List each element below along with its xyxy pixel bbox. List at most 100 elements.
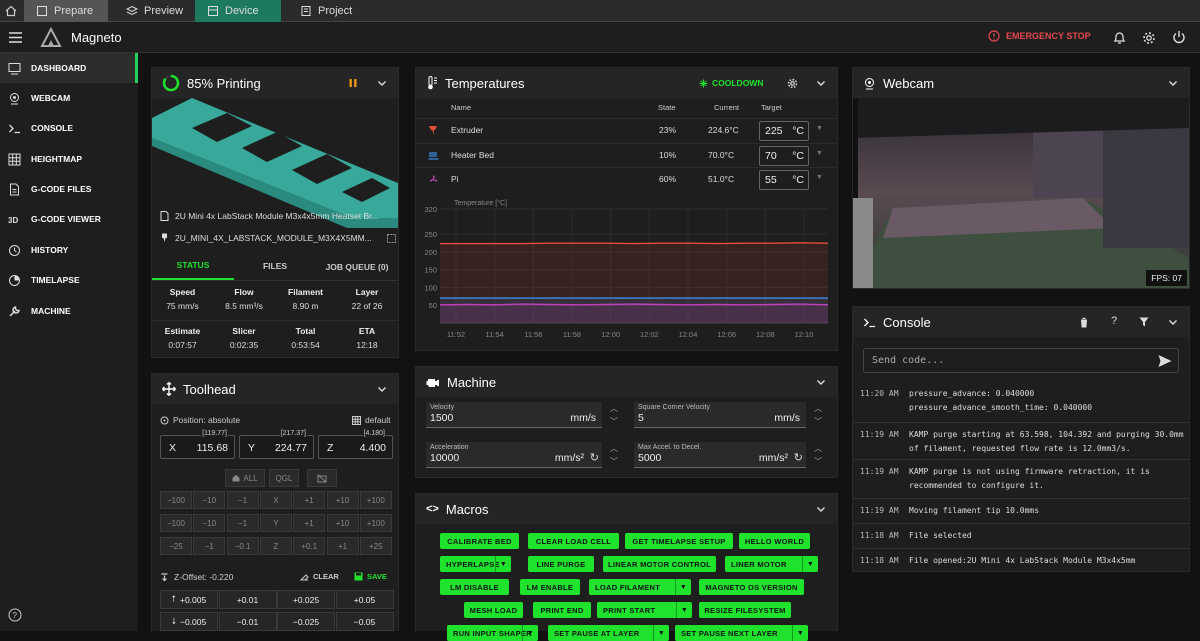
- macro-button[interactable]: LINER MOTOR ▼: [725, 556, 818, 572]
- focus-icon[interactable]: [387, 233, 396, 243]
- z-offset-button[interactable]: +0.05: [335, 590, 394, 609]
- tab-files[interactable]: FILES: [234, 252, 316, 280]
- z-offset-button[interactable]: +0.01: [218, 590, 277, 609]
- tab-preview[interactable]: Preview: [114, 0, 198, 22]
- chevron-down-icon[interactable]: [1167, 77, 1179, 89]
- chevron-down-icon[interactable]: [815, 77, 827, 89]
- macro-button[interactable]: RESIZE FILESYSTEM: [699, 602, 791, 618]
- send-icon[interactable]: [1158, 354, 1172, 368]
- machine-field[interactable]: Square Corner Velocity 5 mm/s: [634, 402, 806, 428]
- target-temp-input[interactable]: 55 °C: [759, 170, 809, 190]
- decrement-icon[interactable]: ﹀: [610, 456, 618, 467]
- chevron-down-icon[interactable]: [815, 503, 827, 515]
- z-offset-button[interactable]: ⭡ +0.005: [160, 590, 218, 609]
- macro-dropdown-icon[interactable]: ▼: [676, 602, 692, 618]
- jog-button[interactable]: +1: [293, 514, 326, 532]
- cooldown-button[interactable]: COOLDOWN: [699, 78, 763, 88]
- target-temp-input[interactable]: 225 °C: [759, 121, 809, 141]
- help-icon[interactable]: ?: [8, 608, 22, 622]
- jog-button[interactable]: −1: [193, 537, 226, 555]
- z-offset-button[interactable]: −0.05: [335, 612, 394, 631]
- z-offset-button[interactable]: ⭣ −0.005: [160, 612, 218, 631]
- motors-off-button[interactable]: [307, 469, 337, 487]
- macro-button[interactable]: LM DISABLE: [440, 579, 509, 595]
- jog-button[interactable]: −25: [160, 537, 192, 555]
- clear-button[interactable]: CLEAR: [300, 572, 339, 581]
- emergency-stop-button[interactable]: EMERGENCY STOP: [988, 30, 1091, 42]
- presets-dropdown-icon[interactable]: ▼: [816, 174, 823, 181]
- tab-status[interactable]: STATUS: [152, 252, 234, 280]
- macro-button[interactable]: RUN INPUT SHAPER ▼: [447, 625, 538, 641]
- jog-button[interactable]: −1: [226, 514, 259, 532]
- axis-x-field[interactable]: X 115.68 [119.77]: [160, 430, 235, 459]
- decrement-icon[interactable]: ﹀: [610, 416, 618, 427]
- tab-job-queue[interactable]: JOB QUEUE (0): [322, 254, 392, 280]
- axis-y-field[interactable]: Y 224.77 [217.37]: [239, 430, 314, 459]
- macro-button[interactable]: MAGNETO OS VERSION: [699, 579, 804, 595]
- sidebar-item-timelapse[interactable]: Timelapse: [0, 265, 138, 295]
- presets-dropdown-icon[interactable]: ▼: [816, 125, 823, 132]
- z-offset-button[interactable]: +0.025: [277, 590, 335, 609]
- qgl-button[interactable]: QGL: [269, 469, 299, 487]
- chevron-down-icon[interactable]: [376, 383, 388, 395]
- power-icon[interactable]: [1172, 30, 1186, 44]
- macro-button[interactable]: SET PAUSE AT LAYER ▼: [548, 625, 669, 641]
- filter-icon[interactable]: [1139, 317, 1149, 327]
- macro-button[interactable]: LOAD FILAMENT ▼: [589, 579, 691, 595]
- jog-button[interactable]: −100: [160, 491, 192, 509]
- jog-button[interactable]: −0.1: [226, 537, 259, 555]
- home-icon[interactable]: [0, 0, 22, 22]
- tab-device[interactable]: Device: [195, 0, 281, 22]
- reset-icon[interactable]: ↻: [590, 451, 599, 464]
- target-temp-input[interactable]: 70 °C: [759, 145, 809, 166]
- sidebar-item-webcam[interactable]: Webcam: [0, 83, 138, 113]
- sidebar-item-console[interactable]: Console: [0, 113, 138, 143]
- jog-button[interactable]: +1: [326, 537, 359, 555]
- sidebar-item-dashboard[interactable]: Dashboard: [0, 53, 138, 83]
- z-offset-button[interactable]: −0.01: [218, 612, 277, 631]
- macro-dropdown-icon[interactable]: ▼: [653, 625, 669, 641]
- macro-button[interactable]: HELLO WORLD: [739, 533, 810, 549]
- macro-dropdown-icon[interactable]: ▼: [495, 556, 511, 572]
- jog-button[interactable]: +100: [359, 491, 392, 509]
- chevron-down-icon[interactable]: [815, 376, 827, 388]
- jog-button[interactable]: +25: [359, 537, 392, 555]
- jog-button[interactable]: +1: [293, 491, 326, 509]
- settings-icon[interactable]: [1142, 31, 1156, 45]
- menu-icon[interactable]: [9, 32, 22, 43]
- axis-z-field[interactable]: Z 4.400 [4.180]: [318, 430, 393, 459]
- jog-button[interactable]: −1: [226, 491, 259, 509]
- macro-button[interactable]: PRINT END: [533, 602, 591, 618]
- console-input[interactable]: Send code...: [863, 348, 1179, 373]
- jog-button[interactable]: −10: [193, 491, 226, 509]
- macro-button[interactable]: LM ENABLE: [520, 579, 580, 595]
- macro-dropdown-icon[interactable]: ▼: [522, 625, 538, 641]
- increment-icon[interactable]: ︿: [814, 443, 822, 454]
- macro-button[interactable]: CLEAR LOAD CELL: [528, 533, 619, 549]
- jog-button[interactable]: +10: [326, 491, 359, 509]
- jog-button[interactable]: −100: [160, 514, 192, 532]
- chevron-down-icon[interactable]: [1167, 316, 1179, 328]
- macro-button[interactable]: LINEAR MOTOR CONTROL: [603, 556, 716, 572]
- tab-prepare[interactable]: Prepare: [24, 0, 108, 22]
- jog-button[interactable]: +0.1: [293, 537, 326, 555]
- decrement-icon[interactable]: ﹀: [814, 416, 822, 427]
- tab-project[interactable]: Project: [288, 0, 372, 22]
- save-button[interactable]: SAVE: [354, 572, 387, 581]
- jog-button[interactable]: −10: [193, 514, 226, 532]
- sidebar-item-history[interactable]: History: [0, 235, 138, 265]
- increment-icon[interactable]: ︿: [610, 403, 618, 414]
- macro-button[interactable]: PRINT START ▼: [597, 602, 692, 618]
- reset-icon[interactable]: ↻: [794, 451, 803, 464]
- sidebar-item-heightmap[interactable]: Heightmap: [0, 144, 138, 174]
- jog-button[interactable]: +10: [326, 514, 359, 532]
- machine-field[interactable]: Max Accel. to Decel. 5000 mm/s² ↻: [634, 442, 806, 468]
- macro-button[interactable]: MESH LOAD: [464, 602, 523, 618]
- default-mode[interactable]: default: [352, 415, 391, 425]
- z-offset-button[interactable]: −0.025: [277, 612, 335, 631]
- bell-icon[interactable]: [1113, 31, 1126, 45]
- macro-button[interactable]: GET TIMELAPSE SETUP: [625, 533, 733, 549]
- presets-dropdown-icon[interactable]: ▼: [816, 150, 823, 157]
- increment-icon[interactable]: ︿: [814, 403, 822, 414]
- macro-button[interactable]: HYPERLAPSE ▼: [440, 556, 511, 572]
